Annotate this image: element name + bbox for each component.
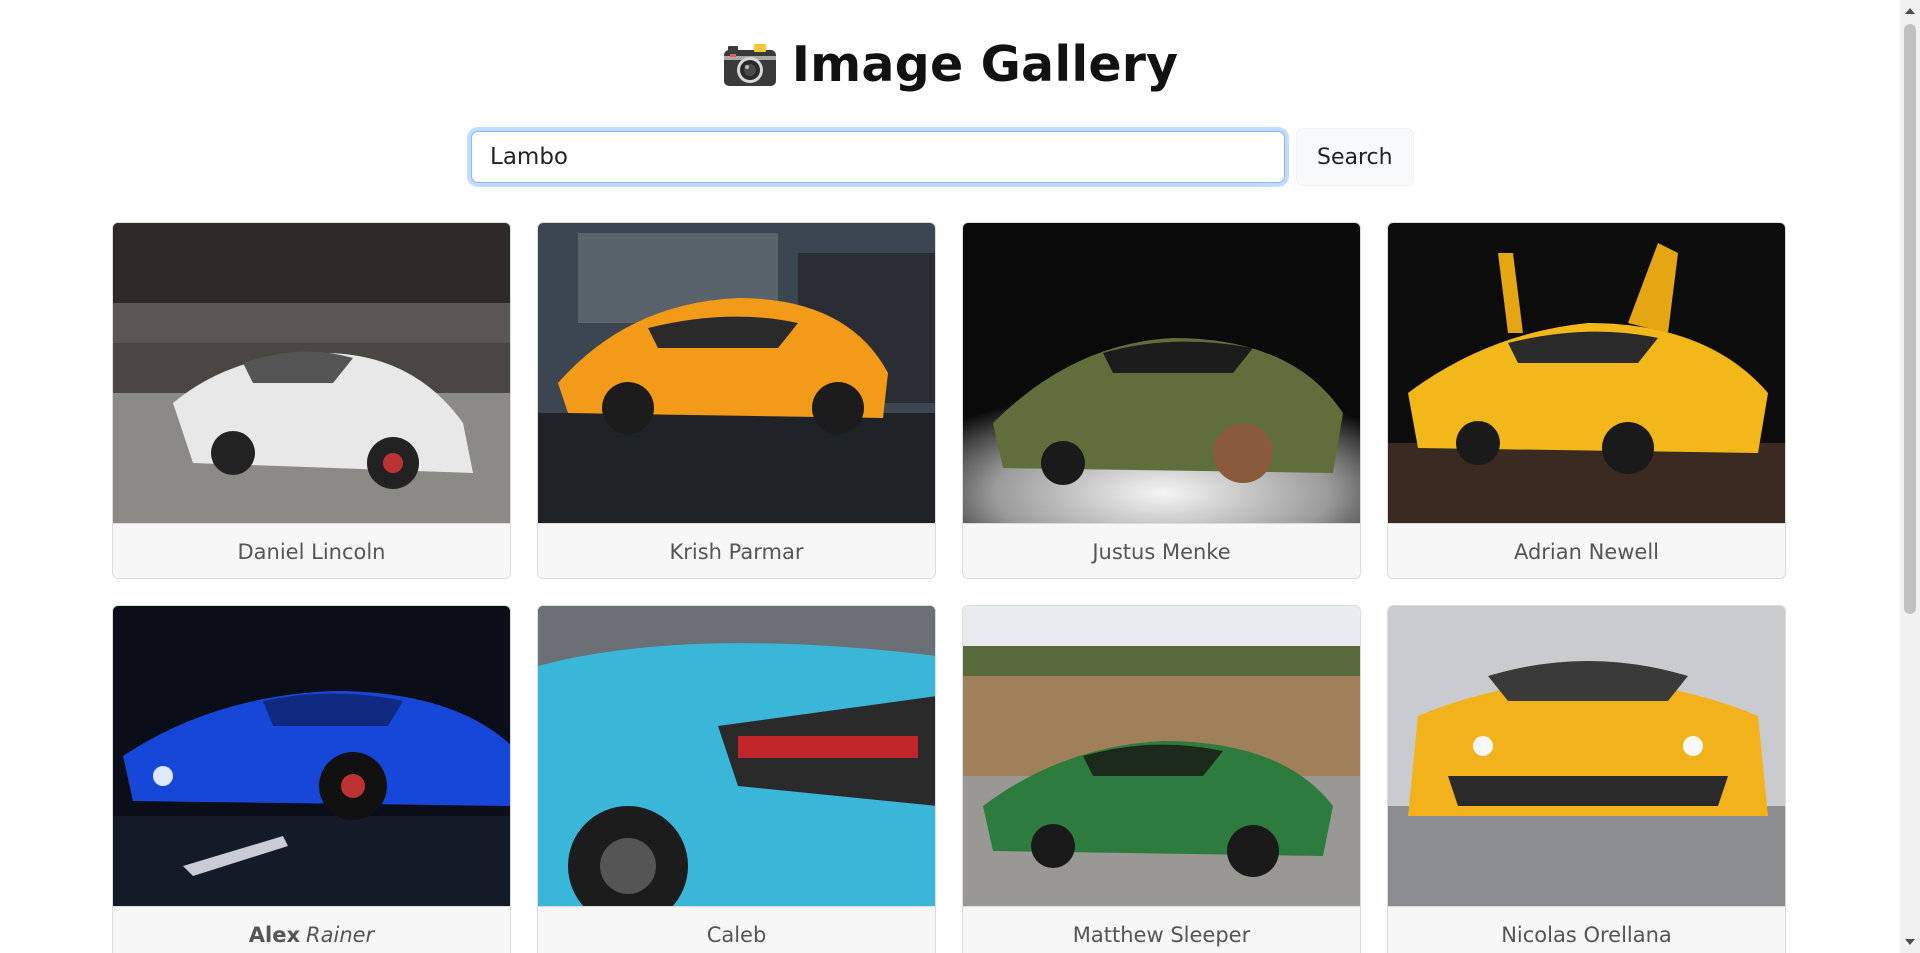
card-caption: Caleb [538,906,935,953]
search-bar: Search [467,128,1414,186]
gallery-card[interactable]: Matthew Sleeper [962,605,1361,953]
scroll-down-arrow-icon[interactable] [1905,939,1915,945]
card-caption: Nicolas Orellana [1388,906,1785,953]
gallery-card[interactable]: Daniel Lincoln [112,222,511,579]
gallery-card[interactable]: Caleb [537,605,936,953]
photographer-name: Nicolas Orellana [1501,923,1672,947]
camera-icon [723,43,776,86]
car-image[interactable] [1388,223,1786,523]
vertical-scrollbar[interactable] [1900,0,1920,953]
search-button[interactable]: Search [1296,128,1414,186]
card-caption: Matthew Sleeper [963,906,1360,953]
card-caption: Adrian Newell [1388,523,1785,578]
card-caption: Krish Parmar [538,523,935,578]
photographer-name: Adrian Newell [1513,540,1660,564]
photographer-name: Matthew Sleeper [1072,923,1251,947]
gallery-card[interactable]: Justus Menke [962,222,1361,579]
page-title: Image Gallery [791,36,1179,93]
gallery-card[interactable]: Nicolas Orellana [1387,605,1786,953]
car-image[interactable] [113,223,511,523]
car-image[interactable] [113,606,511,906]
header: Image Gallery [0,36,1900,96]
photographer-name: Justus Menke [1092,540,1231,564]
gallery-card[interactable]: Krish Parmar [537,222,936,579]
car-image[interactable] [1388,606,1786,906]
title-wrap: Image Gallery [722,36,1179,93]
scrollbar-thumb[interactable] [1904,24,1916,614]
photographer-first-name: Alex [248,923,301,947]
gallery-card[interactable]: Alex Rainer [112,605,511,953]
photographer-name: Krish Parmar [669,540,804,564]
photographer-last-name: Rainer [306,923,375,947]
card-caption: Justus Menke [963,523,1360,578]
image-grid: Daniel Lincoln Krish Parmar Justus Menke… [112,222,1786,953]
search-input[interactable] [471,131,1285,183]
photographer-name: Daniel Lincoln [237,540,386,564]
page: Image Gallery Search Daniel Lincoln [0,0,1920,953]
gallery-card[interactable]: Adrian Newell [1387,222,1786,579]
photographer-name: Caleb [706,923,767,947]
car-image[interactable] [538,606,936,906]
scroll-up-arrow-icon[interactable] [1905,8,1915,14]
car-image[interactable] [538,223,936,523]
card-caption: Daniel Lincoln [113,523,510,578]
car-image[interactable] [963,606,1361,906]
car-image[interactable] [963,223,1361,523]
card-caption: Alex Rainer [113,906,510,953]
